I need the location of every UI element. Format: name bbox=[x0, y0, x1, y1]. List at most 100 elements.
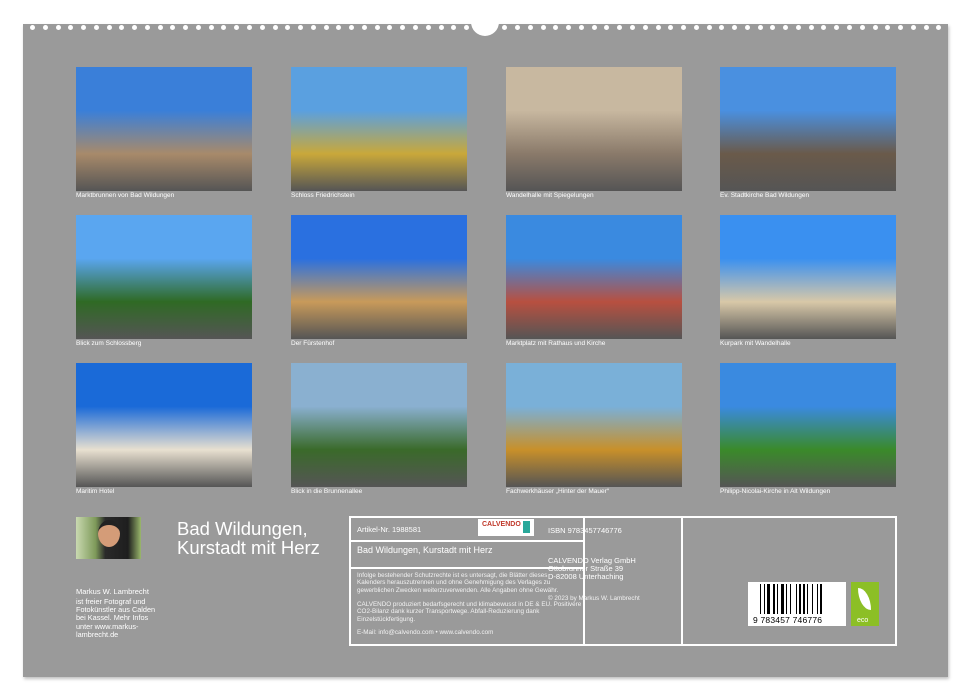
author-bio: ist freier Fotograf und Fotokünstler aus… bbox=[76, 598, 164, 639]
binding-hole bbox=[796, 25, 801, 30]
binding-hole bbox=[911, 25, 916, 30]
binding-hole bbox=[604, 25, 609, 30]
binding-hole bbox=[707, 25, 712, 30]
binding-hole bbox=[158, 25, 163, 30]
binding-hole bbox=[400, 25, 405, 30]
binding-hole bbox=[515, 25, 520, 30]
calendar-photo bbox=[506, 363, 682, 487]
binding-hole bbox=[821, 25, 826, 30]
binding-hole bbox=[592, 25, 597, 30]
binding-hole bbox=[170, 25, 175, 30]
binding-hole bbox=[273, 25, 278, 30]
binding-hole bbox=[349, 25, 354, 30]
barcode-digits: 9 783457 746776 bbox=[753, 615, 822, 625]
calendar-photo bbox=[291, 363, 467, 487]
binding-hole bbox=[145, 25, 150, 30]
binding-hole bbox=[847, 25, 852, 30]
binding-hole bbox=[656, 25, 661, 30]
binding-hole bbox=[873, 25, 878, 30]
article-number: Artikel-Nr. 1988581 bbox=[357, 525, 421, 534]
binding-hole bbox=[502, 25, 507, 30]
photo-caption: Blick in die Brunnenallee bbox=[291, 488, 362, 495]
calendar-photo bbox=[720, 215, 896, 339]
eco-badge: eco bbox=[851, 582, 879, 626]
calendar-photo bbox=[76, 215, 252, 339]
binding-hole bbox=[221, 25, 226, 30]
binding-hole bbox=[247, 25, 252, 30]
binding-hole bbox=[387, 25, 392, 30]
binding-hole bbox=[809, 25, 814, 30]
binding-hole bbox=[541, 25, 546, 30]
photo-caption: Marktplatz mit Rathaus und Kirche bbox=[506, 340, 605, 347]
binding-hole bbox=[617, 25, 622, 30]
binding-hole bbox=[362, 25, 367, 30]
binding-hole bbox=[885, 25, 890, 30]
binding-hole bbox=[336, 25, 341, 30]
calendar-photo bbox=[76, 67, 252, 191]
binding-hole bbox=[668, 25, 673, 30]
author-photo bbox=[76, 517, 141, 559]
binding-hole bbox=[107, 25, 112, 30]
divider bbox=[583, 516, 585, 646]
binding-hole bbox=[375, 25, 380, 30]
binding-hole bbox=[132, 25, 137, 30]
calendar-photo bbox=[291, 215, 467, 339]
binding-hole bbox=[643, 25, 648, 30]
binding-hole bbox=[566, 25, 571, 30]
divider bbox=[681, 516, 683, 646]
calendar-photo bbox=[506, 215, 682, 339]
publisher-city: D-82008 Unterhaching bbox=[548, 572, 623, 581]
binding-hole bbox=[43, 25, 48, 30]
binding-hole bbox=[860, 25, 865, 30]
binding-hole bbox=[94, 25, 99, 30]
binding-hole bbox=[694, 25, 699, 30]
binding-hole bbox=[451, 25, 456, 30]
binding-hole bbox=[770, 25, 775, 30]
binding-hole bbox=[81, 25, 86, 30]
isbn: ISBN 9783457746776 bbox=[548, 526, 622, 535]
eco-note: CALVENDO produziert bedarfsgerecht und k… bbox=[357, 601, 582, 623]
binding-hole bbox=[413, 25, 418, 30]
photo-caption: Maritim Hotel bbox=[76, 488, 114, 495]
barcode: 9 783457 746776 bbox=[748, 582, 846, 626]
binding-hole bbox=[745, 25, 750, 30]
calendar-photo bbox=[720, 363, 896, 487]
copyright: © 2023 by Markus W. Lambrecht bbox=[548, 595, 640, 602]
binding-hole bbox=[234, 25, 239, 30]
photo-caption: Ev. Stadtkirche Bad Wildungen bbox=[720, 192, 809, 199]
binding-hole bbox=[681, 25, 686, 30]
binding-hole bbox=[285, 25, 290, 30]
binding-hole bbox=[311, 25, 316, 30]
binding-hole bbox=[183, 25, 188, 30]
calvendo-logo: CALVENDO bbox=[478, 519, 534, 536]
photo-caption: Kurpark mit Wandelhalle bbox=[720, 340, 791, 347]
cover-title-line2: Kurstadt mit Herz bbox=[177, 537, 320, 559]
binding-hole bbox=[732, 25, 737, 30]
binding-hole bbox=[630, 25, 635, 30]
calendar-photo bbox=[720, 67, 896, 191]
binding-hole bbox=[260, 25, 265, 30]
photo-caption: Marktbrunnen von Bad Wildungen bbox=[76, 192, 174, 199]
calendar-photo bbox=[506, 67, 682, 191]
binding-hole bbox=[119, 25, 124, 30]
photo-caption: Wandelhalle mit Spiegelungen bbox=[506, 192, 594, 199]
binding-hole bbox=[719, 25, 724, 30]
calendar-photo bbox=[76, 363, 252, 487]
calendar-photo bbox=[291, 67, 467, 191]
binding-hole bbox=[834, 25, 839, 30]
binding-hole bbox=[68, 25, 73, 30]
product-title: Bad Wildungen, Kurstadt mit Herz bbox=[357, 545, 493, 555]
binding-hole bbox=[783, 25, 788, 30]
binding-hole bbox=[579, 25, 584, 30]
legal-notice: Infolge bestehender Schutzrechte ist es … bbox=[357, 572, 577, 594]
photo-caption: Fachwerkhäuser „Hinter der Mauer“ bbox=[506, 488, 609, 495]
photo-caption: Blick zum Schlossberg bbox=[76, 340, 141, 347]
binding-hole bbox=[936, 25, 941, 30]
binding-hole bbox=[298, 25, 303, 30]
photo-caption: Der Fürstenhof bbox=[291, 340, 334, 347]
binding-hole bbox=[553, 25, 558, 30]
binding-hole bbox=[924, 25, 929, 30]
binding-hole bbox=[439, 25, 444, 30]
binding-hole bbox=[324, 25, 329, 30]
binding-hole bbox=[196, 25, 201, 30]
